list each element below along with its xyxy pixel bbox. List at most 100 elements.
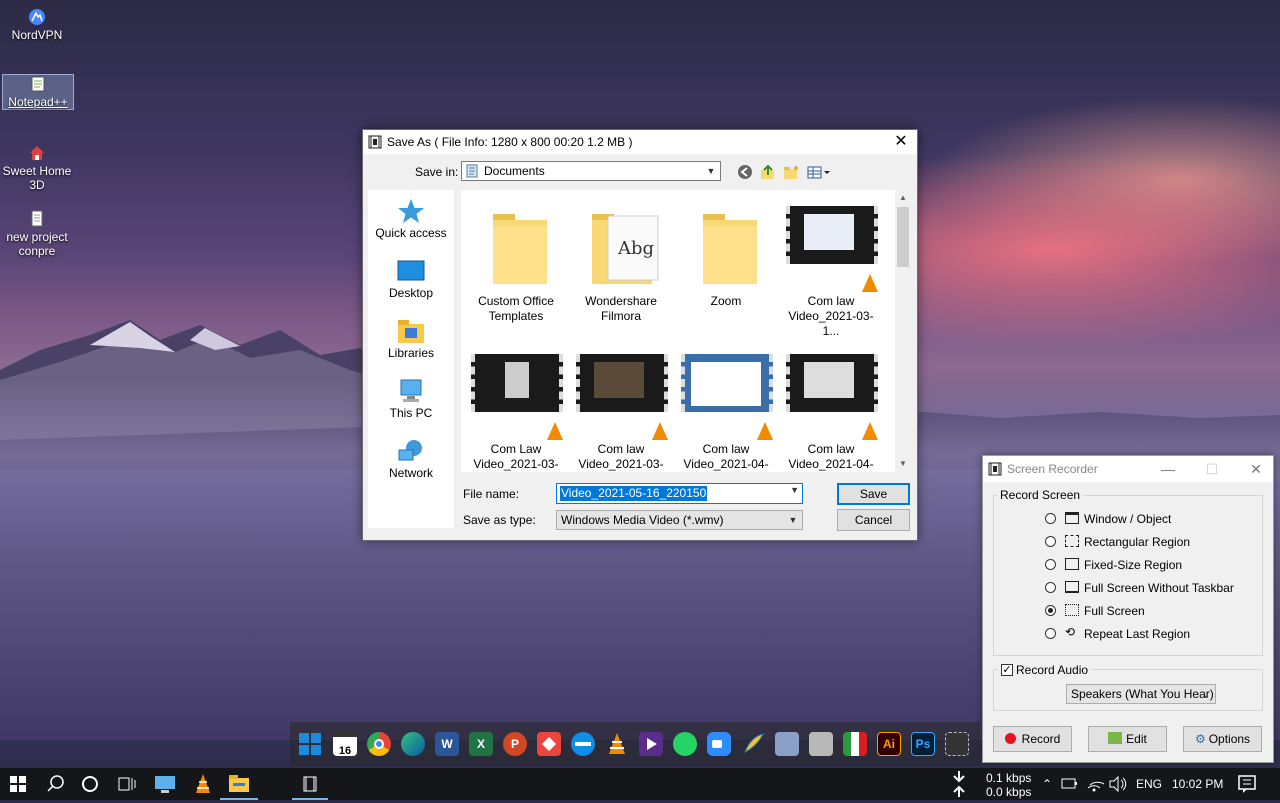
calendar-icon[interactable]: 16 bbox=[333, 732, 357, 757]
vlc-taskbar-icon[interactable] bbox=[184, 768, 222, 800]
excel-icon[interactable]: X bbox=[469, 732, 493, 756]
back-icon[interactable] bbox=[736, 163, 754, 181]
save-button[interactable]: Save bbox=[837, 483, 910, 505]
file-explorer-icon[interactable] bbox=[220, 768, 258, 800]
place-quick-access[interactable]: Quick access bbox=[368, 198, 454, 240]
chevron-up-icon[interactable]: ⌃ bbox=[1038, 768, 1056, 800]
notepadpp-icon bbox=[29, 75, 47, 93]
new-folder-icon[interactable] bbox=[782, 163, 800, 181]
desktop-icon-new-project[interactable]: new project conpre bbox=[2, 210, 72, 258]
audio-source-dropdown[interactable]: Speakers (What You Hear) ⌄ bbox=[1066, 684, 1216, 704]
list-item[interactable]: Custom Office Templates bbox=[466, 202, 566, 324]
remote-desktop-icon[interactable] bbox=[146, 768, 184, 800]
maximize-button[interactable]: ☐ bbox=[1201, 459, 1223, 479]
radio-button[interactable] bbox=[1045, 559, 1056, 570]
powerpoint-icon[interactable]: P bbox=[503, 732, 527, 756]
place-libraries[interactable]: Libraries bbox=[368, 318, 454, 360]
list-item[interactable]: Com Law Video_2021-03-2... bbox=[466, 350, 566, 472]
desktop-icon-sweethome3d[interactable]: Sweet Home 3D bbox=[2, 144, 72, 192]
scroll-up-icon[interactable]: ▲ bbox=[895, 190, 911, 206]
option-label: Full Screen Without Taskbar bbox=[1084, 581, 1234, 595]
save-type-dropdown[interactable]: Windows Media Video (*.wmv) ▼ bbox=[556, 510, 803, 530]
photoshop-icon[interactable]: Ps bbox=[911, 732, 935, 756]
up-folder-icon[interactable] bbox=[759, 163, 777, 181]
text-file-icon bbox=[28, 210, 46, 228]
list-item[interactable]: Zoom bbox=[676, 202, 776, 309]
desktop-icon-notepadpp[interactable]: Notepad++ bbox=[2, 74, 74, 110]
feather-icon[interactable] bbox=[741, 732, 765, 756]
file-name-input[interactable]: Video_2021-05-16_220150 ▼ bbox=[556, 483, 803, 504]
clock[interactable]: 10:02 PM bbox=[1172, 768, 1223, 800]
record-screen-label: Record Screen bbox=[997, 488, 1084, 502]
chrome-icon[interactable] bbox=[367, 732, 391, 756]
option-label: Rectangular Region bbox=[1084, 535, 1191, 549]
anydesk-icon[interactable] bbox=[537, 732, 561, 756]
record-audio-checkbox[interactable]: ✓ bbox=[1001, 664, 1013, 676]
vlc-cone-icon bbox=[862, 422, 878, 440]
start-button[interactable] bbox=[0, 768, 36, 800]
task-view-icon[interactable] bbox=[108, 768, 144, 800]
zoom-icon[interactable] bbox=[707, 732, 731, 756]
list-item[interactable]: Com law Video_2021-04-2... bbox=[781, 350, 881, 472]
screen-recorder-app-icon[interactable] bbox=[945, 732, 969, 756]
teamviewer-icon[interactable] bbox=[571, 732, 595, 756]
list-item[interactable]: Com law Video_2021-03-3... bbox=[571, 350, 671, 472]
close-button[interactable]: ✕ bbox=[1245, 459, 1267, 479]
pdf-icon[interactable] bbox=[843, 732, 867, 756]
recorder-titlebar[interactable]: Screen Recorder — ☐ ✕ bbox=[983, 456, 1273, 482]
language-indicator[interactable]: ENG bbox=[1136, 768, 1162, 800]
item-label: Com law Video_2021-03-1... bbox=[788, 294, 874, 338]
item-label: Com law Video_2021-04-2... bbox=[788, 442, 874, 471]
search-icon[interactable] bbox=[38, 768, 74, 800]
driver-icon[interactable] bbox=[775, 732, 799, 756]
video-editor-icon[interactable] bbox=[639, 732, 663, 756]
gear-icon: ⚙ bbox=[1194, 732, 1206, 746]
screen-icon bbox=[1065, 581, 1079, 593]
place-network[interactable]: Network bbox=[368, 438, 454, 480]
chevron-down-icon[interactable]: ▼ bbox=[790, 485, 799, 495]
vlc-cone-icon bbox=[862, 274, 878, 292]
computer-icon bbox=[396, 378, 426, 404]
scroll-down-icon[interactable]: ▼ bbox=[895, 456, 911, 472]
list-item[interactable]: Com law Video_2021-03-1... bbox=[781, 202, 881, 339]
edit-button[interactable]: Edit bbox=[1088, 726, 1167, 752]
save-in-dropdown[interactable]: Documents ▼ bbox=[461, 161, 721, 181]
vlc-cone-icon bbox=[652, 422, 668, 440]
radio-button[interactable] bbox=[1045, 513, 1056, 524]
option-label: Full Screen bbox=[1084, 604, 1145, 618]
word-icon[interactable]: W bbox=[435, 732, 459, 756]
list-item[interactable]: Com law Video_2021-04-0... bbox=[676, 350, 776, 472]
scrollbar-thumb[interactable] bbox=[897, 207, 909, 267]
close-button[interactable]: ✕ bbox=[891, 132, 911, 152]
drive-manager-icon[interactable] bbox=[809, 732, 833, 756]
windows-start-icon[interactable] bbox=[298, 732, 322, 756]
record-button[interactable]: Record bbox=[993, 726, 1072, 752]
place-desktop[interactable]: Desktop bbox=[368, 258, 454, 300]
minimize-button[interactable]: — bbox=[1157, 459, 1179, 479]
file-list-scrollbar[interactable]: ▲ ▼ bbox=[895, 190, 911, 472]
video-thumbnail bbox=[784, 350, 878, 440]
dialog-titlebar[interactable]: Save As ( File Info: 1280 x 800 00:20 1.… bbox=[363, 130, 917, 154]
options-button[interactable]: ⚙ Options bbox=[1183, 726, 1262, 752]
volume-icon[interactable] bbox=[1106, 768, 1128, 800]
radio-button-selected[interactable] bbox=[1045, 605, 1056, 616]
cortana-icon[interactable] bbox=[72, 768, 108, 800]
whatsapp-icon[interactable] bbox=[673, 732, 697, 756]
desktop-icon-nordvpn[interactable]: NordVPN bbox=[2, 8, 72, 42]
battery-icon[interactable] bbox=[1058, 768, 1080, 800]
wifi-icon[interactable] bbox=[1082, 768, 1106, 800]
vlc-icon[interactable] bbox=[605, 732, 629, 756]
place-this-pc[interactable]: This PC bbox=[368, 378, 454, 420]
notifications-icon[interactable] bbox=[1234, 768, 1260, 800]
cancel-button[interactable]: Cancel bbox=[837, 509, 910, 531]
edge-icon[interactable] bbox=[401, 732, 425, 756]
view-menu-icon[interactable] bbox=[806, 163, 832, 181]
folder-icon bbox=[469, 202, 563, 290]
radio-button[interactable] bbox=[1045, 628, 1056, 639]
list-item[interactable]: Abg Wondershare Filmora bbox=[571, 202, 671, 324]
radio-button[interactable] bbox=[1045, 536, 1056, 547]
screen-recorder-taskbar-icon[interactable] bbox=[292, 768, 328, 800]
item-label: Zoom bbox=[710, 294, 742, 308]
radio-button[interactable] bbox=[1045, 582, 1056, 593]
illustrator-icon[interactable]: Ai bbox=[877, 732, 901, 756]
